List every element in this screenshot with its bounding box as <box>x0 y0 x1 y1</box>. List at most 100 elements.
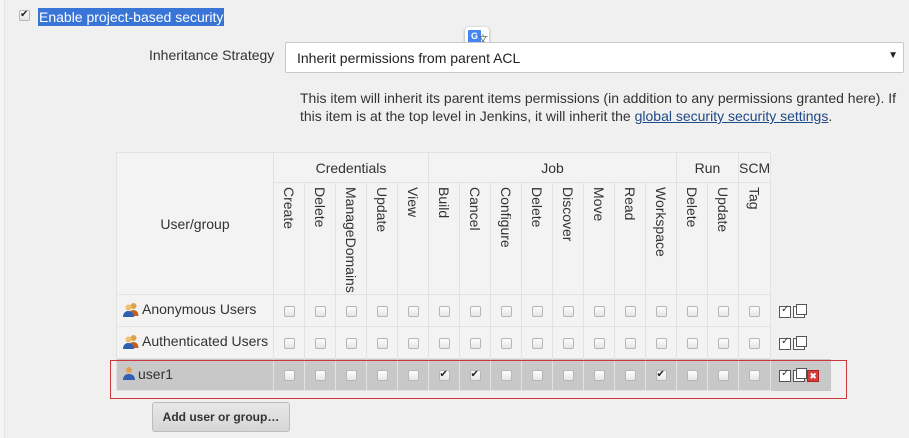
permission-checkbox-workspace[interactable] <box>655 368 667 382</box>
permission-header-managedomains: ManageDomains <box>335 182 367 295</box>
permission-label: Delete <box>529 187 545 228</box>
permission-checkbox-tag[interactable] <box>749 338 761 350</box>
permission-checkbox-managedomains[interactable] <box>345 306 357 318</box>
permission-checkbox-discover[interactable] <box>562 370 574 382</box>
copy-icon[interactable] <box>793 335 808 350</box>
dropdown-arrow-icon: ▼ <box>888 50 898 61</box>
permission-header-build: Build <box>428 182 460 295</box>
permission-matrix: User/group Credentials Job Run SCM Create De… <box>116 152 831 391</box>
remove-icon[interactable]: ✖ <box>807 369 820 382</box>
permission-cell <box>552 294 584 327</box>
select-all-icon[interactable] <box>779 368 792 382</box>
permission-checkbox-delete[interactable] <box>531 338 543 350</box>
permission-checkbox-delete[interactable] <box>314 370 326 382</box>
permission-cell <box>676 358 708 391</box>
permission-checkbox-view[interactable] <box>407 338 419 350</box>
permission-checkbox-delete[interactable] <box>314 338 326 350</box>
copy-icon[interactable] <box>793 303 808 318</box>
permission-checkbox-delete[interactable] <box>314 306 326 318</box>
permission-checkbox-configure[interactable] <box>500 338 512 350</box>
global-security-link[interactable]: global security security settings <box>635 108 829 124</box>
inheritance-strategy-label: Inheritance Strategy <box>149 47 275 63</box>
permission-group-scm: SCM <box>737 152 772 183</box>
permission-label: Create <box>281 187 297 230</box>
permission-group-job: Job <box>428 152 677 183</box>
permission-checkbox-read[interactable] <box>624 338 636 350</box>
permission-checkbox-discover[interactable] <box>562 338 574 350</box>
copy-icon[interactable] <box>793 367 808 382</box>
permission-cell <box>521 358 553 391</box>
permission-header-view: View <box>397 182 429 295</box>
permission-cell <box>304 326 336 359</box>
permission-label: Update <box>715 187 731 233</box>
permission-checkbox-build[interactable] <box>438 368 450 382</box>
permission-checkbox-cancel[interactable] <box>469 368 481 382</box>
permission-label: Configure <box>498 187 514 248</box>
permission-checkbox-move[interactable] <box>593 370 605 382</box>
permission-row: Authenticated Users <box>116 326 831 359</box>
permission-checkbox-delete[interactable] <box>531 370 543 382</box>
permission-checkbox-update[interactable] <box>376 338 388 350</box>
permission-checkbox-move[interactable] <box>593 306 605 318</box>
permission-cell <box>273 294 305 327</box>
permission-checkbox-discover[interactable] <box>562 306 574 318</box>
permission-checkbox-workspace[interactable] <box>655 306 667 318</box>
permission-checkbox-create[interactable] <box>283 306 295 318</box>
permission-header-delete: Delete <box>676 182 708 295</box>
permission-cell <box>304 294 336 327</box>
permission-cell <box>521 294 553 327</box>
permission-group-run: Run <box>676 152 739 183</box>
enable-security-checkbox[interactable] <box>19 8 30 22</box>
permission-checkbox-managedomains[interactable] <box>345 338 357 350</box>
enable-security-label[interactable]: Enable project-based security <box>38 8 225 26</box>
permission-cell <box>304 358 336 391</box>
permission-checkbox-tag[interactable] <box>749 306 761 318</box>
permission-header-workspace: Workspace <box>645 182 677 295</box>
add-user-or-group-button[interactable]: Add user or group… <box>152 402 290 432</box>
permission-checkbox-view[interactable] <box>407 370 419 382</box>
permission-checkbox-cancel[interactable] <box>469 338 481 350</box>
permission-checkbox-update[interactable] <box>717 306 729 318</box>
permission-checkbox-create[interactable] <box>283 370 295 382</box>
permission-cell <box>583 294 615 327</box>
permission-checkbox-update[interactable] <box>717 338 729 350</box>
permission-checkbox-update[interactable] <box>376 306 388 318</box>
permission-header-update: Update <box>707 182 739 295</box>
permission-checkbox-view[interactable] <box>407 306 419 318</box>
permission-checkbox-managedomains[interactable] <box>345 370 357 382</box>
inheritance-strategy-select[interactable]: Inherit permissions from parent ACL ▼ <box>285 42 904 73</box>
permission-checkbox-tag[interactable] <box>749 370 761 382</box>
row-user-name: Authenticated Users <box>142 333 269 350</box>
row-user-cell: user1 <box>116 358 274 391</box>
permission-header-discover: Discover <box>552 182 584 295</box>
permission-checkbox-configure[interactable] <box>500 306 512 318</box>
permission-checkbox-delete[interactable] <box>686 370 698 382</box>
permission-cell <box>737 358 772 391</box>
permission-header-tag: Tag <box>737 182 772 295</box>
permission-cell <box>397 358 429 391</box>
permission-label: Move <box>591 187 607 222</box>
permission-cell <box>737 294 772 327</box>
permission-checkbox-build[interactable] <box>438 306 450 318</box>
permission-checkbox-update[interactable] <box>717 370 729 382</box>
permission-header-move: Move <box>583 182 615 295</box>
permission-cell <box>737 326 772 359</box>
permission-checkbox-move[interactable] <box>593 338 605 350</box>
permission-checkbox-read[interactable] <box>624 306 636 318</box>
select-all-icon[interactable] <box>779 304 792 318</box>
permission-header-configure: Configure <box>490 182 522 295</box>
permission-checkbox-update[interactable] <box>376 370 388 382</box>
permission-checkbox-delete[interactable] <box>686 338 698 350</box>
permission-checkbox-read[interactable] <box>624 370 636 382</box>
permission-checkbox-delete[interactable] <box>686 306 698 318</box>
permission-checkbox-build[interactable] <box>438 338 450 350</box>
permission-checkbox-delete[interactable] <box>531 306 543 318</box>
select-all-icon[interactable] <box>779 336 792 350</box>
permission-cell <box>676 326 708 359</box>
permission-checkbox-workspace[interactable] <box>655 338 667 350</box>
permission-row: Anonymous Users <box>116 294 831 327</box>
permission-checkbox-create[interactable] <box>283 338 295 350</box>
permission-checkbox-cancel[interactable] <box>469 306 481 318</box>
permission-label: Delete <box>684 187 700 228</box>
permission-checkbox-configure[interactable] <box>500 370 512 382</box>
